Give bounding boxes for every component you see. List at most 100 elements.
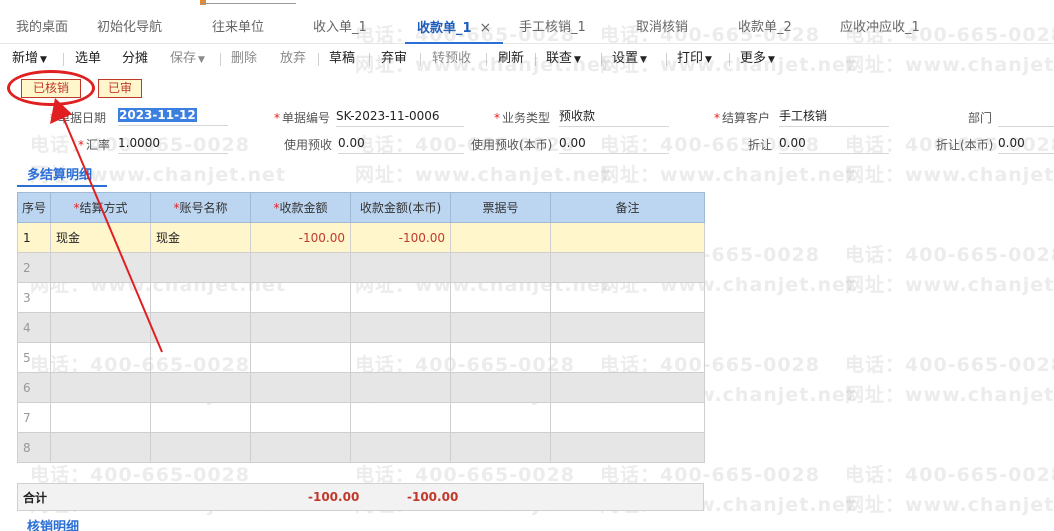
doc-no-field[interactable]: SK-2023-11-0006 bbox=[336, 107, 464, 127]
cell-note[interactable] bbox=[550, 222, 705, 253]
cell-amount-local[interactable] bbox=[350, 312, 451, 343]
cell-method[interactable] bbox=[50, 342, 151, 373]
cell-amount-local[interactable] bbox=[350, 402, 451, 433]
tab-income-1[interactable]: 收入单_1 bbox=[313, 10, 367, 44]
cell-amount-local[interactable] bbox=[350, 252, 451, 283]
link-query-label: 联查 bbox=[546, 51, 573, 66]
cell-amount[interactable] bbox=[250, 252, 351, 283]
draft-button[interactable]: 草稿 bbox=[329, 44, 355, 74]
table-row[interactable]: 8 bbox=[17, 432, 705, 463]
doc-no-label-text: 单据编号 bbox=[282, 111, 331, 125]
cell-account[interactable] bbox=[150, 432, 251, 463]
separator bbox=[63, 53, 64, 66]
cell-amount[interactable]: -100.00 bbox=[250, 222, 351, 253]
cell-account[interactable] bbox=[150, 342, 251, 373]
table-row[interactable]: 5 bbox=[17, 342, 705, 373]
more-button[interactable]: 更多 ▼ bbox=[740, 44, 775, 74]
cell-amount-local[interactable] bbox=[350, 432, 451, 463]
dept-field[interactable] bbox=[998, 107, 1054, 127]
tab-receipt-1[interactable]: 收款单_1 × bbox=[405, 10, 504, 44]
multi-settlement-tab[interactable]: 多结算明细 bbox=[27, 164, 92, 183]
table-row[interactable]: 3 bbox=[17, 282, 705, 313]
print-button[interactable]: 打印 ▼ bbox=[677, 44, 712, 74]
allocate-button[interactable]: 分摊 bbox=[122, 44, 148, 74]
discount-field[interactable]: 0.00 bbox=[779, 134, 889, 154]
tab-desktop[interactable]: 我的桌面 bbox=[16, 10, 68, 44]
select-doc-button[interactable]: 选单 bbox=[75, 44, 101, 74]
cell-amount-local[interactable] bbox=[350, 372, 451, 403]
to-prepay-button[interactable]: 转预收 bbox=[432, 44, 471, 74]
cell-account[interactable] bbox=[150, 372, 251, 403]
cell-amount[interactable] bbox=[250, 312, 351, 343]
cell-account[interactable] bbox=[150, 282, 251, 313]
cell-bill-no[interactable] bbox=[450, 402, 551, 433]
cell-note[interactable] bbox=[550, 312, 705, 343]
table-row[interactable]: 7 bbox=[17, 402, 705, 433]
cell-note[interactable] bbox=[550, 342, 705, 373]
cell-method[interactable]: 现金 bbox=[50, 222, 151, 253]
save-button[interactable]: 保存 ▼ bbox=[170, 44, 205, 74]
discount-local-field[interactable]: 0.00 bbox=[998, 134, 1054, 154]
cell-method[interactable] bbox=[50, 252, 151, 283]
cell-method[interactable] bbox=[50, 312, 151, 343]
cell-amount-local[interactable] bbox=[350, 342, 451, 373]
cell-note[interactable] bbox=[550, 252, 705, 283]
tab-cancel-writeoff[interactable]: 取消核销 bbox=[636, 10, 688, 44]
refresh-button[interactable]: 刷新 bbox=[498, 44, 524, 74]
cell-amount[interactable] bbox=[250, 282, 351, 313]
customer-label-text: 结算客户 bbox=[722, 111, 771, 125]
rate-field[interactable]: 1.0000 bbox=[118, 134, 228, 154]
cell-amount[interactable] bbox=[250, 432, 351, 463]
rate-label-text: 汇率 bbox=[86, 138, 111, 152]
cell-bill-no[interactable] bbox=[450, 342, 551, 373]
unaudit-button[interactable]: 弃审 bbox=[381, 44, 407, 74]
biz-type-select[interactable]: 预收款 bbox=[559, 107, 669, 127]
tab-ar-offset-1[interactable]: 应收冲应收_1 bbox=[840, 10, 920, 44]
cell-method[interactable] bbox=[50, 282, 151, 313]
cell-bill-no[interactable] bbox=[450, 222, 551, 253]
cell-account[interactable] bbox=[150, 402, 251, 433]
delete-button[interactable]: 删除 bbox=[231, 44, 257, 74]
cell-amount[interactable] bbox=[250, 372, 351, 403]
use-prepay-local-field[interactable]: 0.00 bbox=[559, 134, 669, 154]
tab-manual-writeoff-1[interactable]: 手工核销_1 bbox=[519, 10, 586, 44]
cell-bill-no[interactable] bbox=[450, 252, 551, 283]
table-row[interactable]: 2 bbox=[17, 252, 705, 283]
col-header-note: 备注 bbox=[550, 192, 705, 223]
cell-note[interactable] bbox=[550, 432, 705, 463]
cell-bill-no[interactable] bbox=[450, 282, 551, 313]
col-header-account-text: 账号名称 bbox=[179, 201, 228, 215]
cell-method[interactable] bbox=[50, 432, 151, 463]
cell-note[interactable] bbox=[550, 282, 705, 313]
cell-amount[interactable] bbox=[250, 342, 351, 373]
cell-account[interactable] bbox=[150, 252, 251, 283]
tab-init-nav[interactable]: 初始化导航 bbox=[97, 10, 162, 44]
settings-button[interactable]: 设置 ▼ bbox=[612, 44, 647, 74]
audited-badge: 已审 bbox=[98, 79, 142, 98]
cell-bill-no[interactable] bbox=[450, 372, 551, 403]
toolbar: 新增 ▼ 选单 分摊 保存 ▼ 删除 放弃 草稿 弃审 转预收 刷新 联查 ▼ 设置 ▼… bbox=[0, 44, 1054, 74]
date-field[interactable]: 2023-11-12 bbox=[118, 106, 228, 126]
cell-method[interactable] bbox=[50, 402, 151, 433]
cell-note[interactable] bbox=[550, 402, 705, 433]
close-icon[interactable]: × bbox=[480, 20, 492, 36]
cell-bill-no[interactable] bbox=[450, 312, 551, 343]
cell-amount[interactable] bbox=[250, 402, 351, 433]
cell-bill-no[interactable] bbox=[450, 432, 551, 463]
use-prepay-field[interactable]: 0.00 bbox=[338, 134, 464, 154]
customer-field[interactable]: 手工核销 bbox=[779, 107, 889, 127]
cell-account[interactable]: 现金 bbox=[150, 222, 251, 253]
cell-method[interactable] bbox=[50, 372, 151, 403]
tab-receipt-2[interactable]: 收款单_2 bbox=[738, 10, 792, 44]
table-row[interactable]: 1 现金 现金 -100.00 -100.00 bbox=[17, 222, 705, 253]
cell-amount-local[interactable] bbox=[350, 282, 451, 313]
writeoff-detail-tab[interactable]: 核销明细 bbox=[27, 516, 79, 531]
cell-account[interactable] bbox=[150, 312, 251, 343]
abandon-button[interactable]: 放弃 bbox=[280, 44, 306, 74]
table-row[interactable]: 6 bbox=[17, 372, 705, 403]
table-row[interactable]: 4 bbox=[17, 312, 705, 343]
tab-partners[interactable]: 往来单位 bbox=[212, 10, 264, 44]
link-query-button[interactable]: 联查 ▼ bbox=[546, 44, 581, 74]
cell-amount-local[interactable]: -100.00 bbox=[350, 222, 451, 253]
cell-note[interactable] bbox=[550, 372, 705, 403]
